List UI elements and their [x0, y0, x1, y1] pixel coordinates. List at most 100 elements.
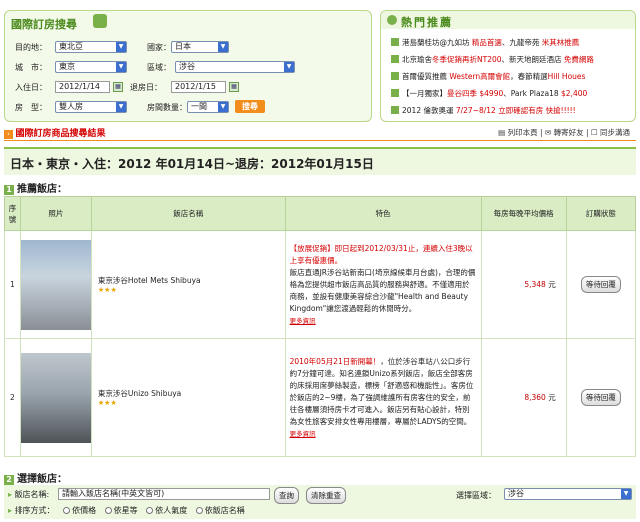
- chevron-down-icon: ▼: [284, 62, 294, 72]
- sort-option[interactable]: 依人氣度: [155, 506, 187, 515]
- results-title: 國際訂房商品搜尋結果: [15, 129, 106, 139]
- stay-date-text: 日本・東京・入住：2012 年01月14日~退房：2012年01月15日: [10, 157, 374, 171]
- hotel-search-panel: 國際訂房搜尋 目的地： 東北亞 ▼ 國家： 日本 ▼ 城 市： 東京 ▼ 區域： 涉谷…: [4, 10, 372, 122]
- chevron-down-icon: ▼: [116, 102, 126, 112]
- bullet-icon: [391, 72, 399, 80]
- more-info-link[interactable]: 更多資訊: [290, 430, 316, 438]
- reset-button[interactable]: 清除重查: [306, 487, 346, 504]
- calendar-icon[interactable]: ▦: [229, 82, 239, 92]
- feature-cell: 【放展促銷】即日起到2012/03/31止，連續入住3晚以上享有優惠價。 飯店直…: [284, 230, 482, 339]
- room-type-label: 房 型：: [15, 103, 47, 112]
- bullet-icon: [391, 38, 399, 46]
- currency: 元: [548, 280, 556, 289]
- sync-link[interactable]: 同步溝通: [600, 128, 630, 137]
- description-text: ，位於涉谷車站八公口步行約7分鐘可達。知名連鎖Unizo系列飯店，飯店全部客房的…: [289, 356, 474, 426]
- checkin-input[interactable]: 2012/1/14: [55, 81, 110, 93]
- row-number: 2: [4, 338, 21, 457]
- sort-radio[interactable]: [63, 507, 71, 514]
- section-title: 推薦飯店：: [17, 184, 67, 195]
- hotel-name-input[interactable]: 請輸入飯店名稱(中英文皆可): [58, 488, 270, 500]
- city-label: 城 市：: [15, 63, 47, 72]
- sort-option[interactable]: 依價格: [72, 506, 96, 515]
- description-text: 飯店直通JR涉谷站新南口(埼京線候車月台處)，合理的價格為您提供超市飯店高品質的…: [289, 267, 476, 313]
- status-button[interactable]: 等待回覆: [580, 276, 621, 293]
- table-row: 1 東京涉谷Hotel Mets Shibuya ★★★ 【放展促銷】即日起到2…: [4, 230, 637, 339]
- print-link[interactable]: 列印本頁: [508, 128, 538, 137]
- col-header: 訂購狀態: [565, 196, 637, 231]
- room-count-select[interactable]: 一間 ▼: [187, 101, 229, 113]
- print-icon: ▤: [498, 128, 506, 137]
- hot-item[interactable]: 2012 倫敦奧運 7/27~8/12 立即確認有房 快搶!!!!!: [391, 105, 576, 116]
- search-button[interactable]: 搜尋: [235, 100, 265, 113]
- area-label: 區域：: [147, 63, 171, 72]
- photo-cell: [19, 338, 92, 457]
- star-rating: ★★★: [97, 399, 117, 407]
- photo-cell: [19, 230, 92, 339]
- row-number: 1: [4, 230, 21, 339]
- arrow-icon: ▸: [8, 506, 13, 515]
- arrow-right-icon: ›: [4, 130, 13, 139]
- price: 5,348: [524, 280, 546, 289]
- currency: 元: [548, 393, 556, 402]
- room-type-select[interactable]: 雙人房 ▼: [55, 101, 127, 113]
- divider: [4, 140, 636, 141]
- sort-radio[interactable]: [146, 507, 154, 514]
- hotel-name-cell: 東京涉谷Hotel Mets Shibuya ★★★: [90, 230, 286, 339]
- hotel-photo[interactable]: [20, 239, 91, 330]
- checkout-input[interactable]: 2012/1/15: [171, 81, 226, 93]
- hotel-name-link[interactable]: 東京涉谷Hotel Mets Shibuya: [98, 275, 285, 286]
- section-recommended: 1 推薦飯店：: [4, 180, 67, 195]
- chevron-down-icon: ▼: [218, 42, 228, 52]
- search-panel-title: 國際訂房搜尋: [11, 18, 77, 31]
- city-select[interactable]: 東京 ▼: [55, 61, 127, 73]
- hotel-name-link[interactable]: 東京涉谷Unizo Shibuya: [98, 388, 285, 399]
- bullet-icon: [391, 106, 399, 114]
- more-info-link[interactable]: 更多資訊: [290, 317, 316, 325]
- sort-option[interactable]: 依飯店名稱: [205, 506, 245, 515]
- share-link[interactable]: 轉寄好友: [554, 128, 584, 137]
- sort-radio[interactable]: [104, 507, 112, 514]
- bullet-icon: [391, 55, 399, 63]
- checkin-label: 入住日：: [15, 83, 47, 92]
- destination-select[interactable]: 東北亞 ▼: [55, 41, 127, 53]
- table-header-row: 序號 照片 飯店名稱 特色 每房每晚平均價格 訂購狀態: [4, 196, 637, 231]
- hotel-name-label: ▸ 飯店名稱:: [8, 490, 50, 499]
- hotel-icon: [93, 14, 107, 28]
- chevron-down-icon: ▼: [116, 42, 126, 52]
- destination-label: 目的地：: [15, 43, 47, 52]
- sort-label: 排序方式：: [14, 506, 55, 515]
- area-select[interactable]: 涉谷 ▼: [175, 61, 295, 73]
- filter-bar: ▸ 飯店名稱: 請輸入飯店名稱(中英文皆可) 查詢 清除重查 選擇區域： 涉谷 ▼…: [4, 485, 636, 519]
- hotel-photo[interactable]: [20, 352, 91, 443]
- col-header: 每房每晚平均價格: [480, 196, 567, 231]
- promo-text: 2010年05月21日新開幕！: [289, 356, 381, 366]
- area-filter-select[interactable]: 涉谷 ▼: [504, 488, 632, 500]
- section-select: 2 選擇飯店：: [4, 470, 67, 485]
- sort-radio[interactable]: [195, 507, 203, 514]
- star-rating: ★★★: [97, 286, 117, 294]
- col-header: 特色: [284, 196, 482, 231]
- country-select[interactable]: 日本 ▼: [171, 41, 229, 53]
- room-count-label: 房間數量：: [147, 103, 187, 112]
- hot-recommend-panel: 熱門推薦 港島蘭桂坊@九如坊 精品首選、九龍帝苑 米其林推薦 北京瑜舍冬季促銷再…: [380, 10, 636, 122]
- calendar-icon[interactable]: ▦: [113, 82, 123, 92]
- status-cell: 等待回覆: [565, 230, 637, 339]
- arrow-icon: ▸: [8, 490, 13, 499]
- query-button[interactable]: 查詢: [274, 487, 299, 504]
- hot-item[interactable]: 港島蘭桂坊@九如坊 精品首選、九龍帝苑 米其林推薦: [391, 37, 579, 48]
- section-number: 1: [4, 185, 14, 195]
- hot-item[interactable]: 【一月獨家】曼谷四季 $4990、Park Plaza18 $2,400: [391, 88, 587, 99]
- price-cell: 8,360 元: [480, 338, 567, 457]
- sort-option[interactable]: 依星等: [114, 506, 138, 515]
- col-header: 飯店名稱: [90, 196, 286, 231]
- hot-item[interactable]: 首爾優質推薦 Western高爾會館，春節精選Hill Houes: [391, 71, 585, 82]
- price: 8,360: [524, 393, 546, 402]
- status-button[interactable]: 等待回覆: [580, 389, 621, 406]
- section-number: 2: [4, 475, 14, 485]
- hot-item[interactable]: 北京瑜舍冬季促銷再折NT200、新天地朗廷酒店 免費網路: [391, 54, 594, 65]
- status-cell: 等待回覆: [565, 338, 637, 457]
- checkout-label: 退房日：: [130, 83, 162, 92]
- stay-date-line: 日本・東京・入住：2012 年01月14日~退房：2012年01月15日: [4, 147, 636, 175]
- sort-row: ▸ 排序方式： 依價格 依星等 依人氣度 依飯店名稱: [8, 505, 245, 516]
- results-header: › 國際訂房商品搜尋結果 ▤ 列印本頁 | ✉ 轉寄好友 | ☐ 同步溝通: [4, 126, 636, 141]
